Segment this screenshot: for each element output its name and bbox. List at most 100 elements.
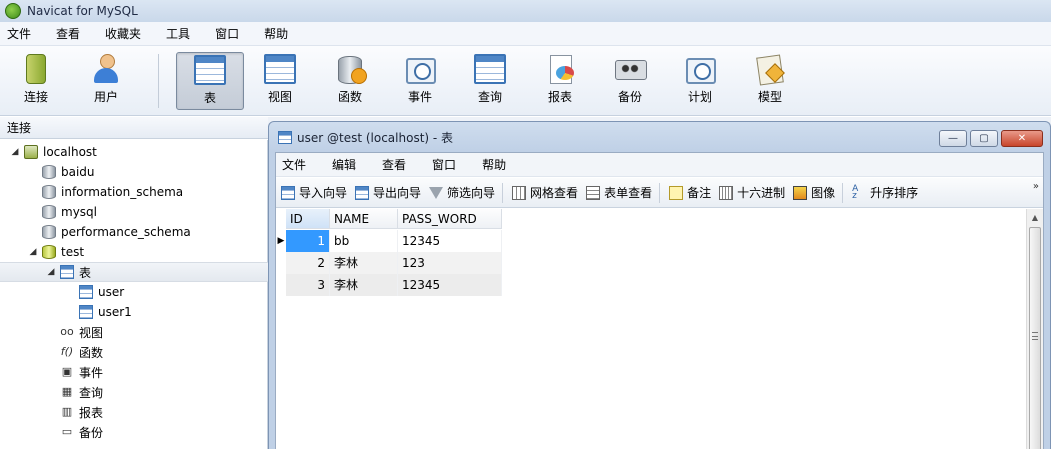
cell-pass-word[interactable]: 123 (398, 252, 502, 274)
schedule-button[interactable]: 计划 (666, 52, 734, 110)
form-view-button[interactable]: 表单查看 (583, 184, 655, 201)
cell-name[interactable]: 李林 (330, 274, 398, 296)
column-header-name[interactable]: NAME (330, 209, 398, 229)
grid-view-button[interactable]: 网格查看 (509, 184, 581, 201)
tree-item-test[interactable]: ◢ test (0, 242, 268, 262)
menu-favorites[interactable]: 收藏夹 (98, 25, 148, 42)
menu-file[interactable]: 文件 (0, 25, 38, 42)
tree-item-reports[interactable]: ▥ 报表 (0, 402, 268, 422)
event-label: 事件 (407, 90, 432, 104)
cell-pass-word[interactable]: 12345 (398, 274, 502, 296)
filter-wizard-label: 筛选向导 (447, 186, 496, 200)
tree-label: baidu (61, 165, 95, 179)
view-button[interactable]: 视图 (246, 52, 314, 110)
window-menu-bar: 文件 编辑 查看 窗口 帮助 (276, 153, 1043, 177)
collapse-arrow-icon[interactable]: ◢ (46, 267, 56, 277)
collapse-arrow-icon[interactable]: ◢ (10, 147, 20, 157)
vertical-scrollbar[interactable]: ▲ (1026, 209, 1043, 449)
connect-button[interactable]: 连接 (2, 52, 70, 110)
cell-name[interactable]: bb (330, 230, 398, 252)
sort-ascending-button[interactable]: Az 升序排序 (849, 184, 921, 201)
view-label: 视图 (267, 90, 292, 104)
note-button[interactable]: 备注 (666, 184, 714, 201)
cell-id[interactable]: 1 (286, 230, 330, 252)
grid-header: ID NAME PASS_WORD (286, 209, 502, 229)
database-open-icon (42, 245, 56, 259)
tree-item-events[interactable]: ▣ 事件 (0, 362, 268, 382)
tree-item-mysql[interactable]: mysql (0, 202, 268, 222)
scrollbar-thumb[interactable] (1029, 227, 1041, 449)
model-button[interactable]: 模型 (736, 52, 804, 110)
table-icon (79, 305, 93, 319)
menu-window[interactable]: 窗口 (208, 25, 246, 42)
import-wizard-label: 导入向导 (299, 186, 348, 200)
tree-item-queries[interactable]: ▦ 查询 (0, 382, 268, 402)
event-button[interactable]: 事件 (386, 52, 454, 110)
connection-tree: ◢ localhost baidu information_schema mys… (0, 140, 268, 449)
cell-id[interactable]: 2 (286, 252, 330, 274)
tree-label: 函数 (79, 345, 104, 360)
hex-icon (719, 185, 734, 200)
user-button[interactable]: 用户 (72, 52, 140, 110)
tree-item-backups[interactable]: ▭ 备份 (0, 422, 268, 442)
current-row-arrow-icon: ▶ (277, 236, 285, 246)
menu-help[interactable]: 帮助 (257, 25, 295, 42)
tree-item-information-schema[interactable]: information_schema (0, 182, 268, 202)
column-header-pass-word[interactable]: PASS_WORD (398, 209, 502, 229)
window-title-bar[interactable]: user @test (localhost) - 表 (269, 122, 1050, 152)
toolbar-overflow-button[interactable]: » (1033, 182, 1039, 192)
tree-item-performance-schema[interactable]: performance_schema (0, 222, 268, 242)
cell-pass-word[interactable]: 12345 (398, 230, 502, 252)
window-menu-edit[interactable]: 编辑 (326, 156, 362, 173)
backup-button[interactable]: 备份 (596, 52, 664, 110)
tree-label: information_schema (61, 185, 184, 199)
export-wizard-button[interactable]: 导出向导 (352, 184, 424, 201)
import-wizard-button[interactable]: 导入向导 (278, 184, 350, 201)
tree-item-tables-folder[interactable]: ◢ 表 (0, 262, 268, 282)
report-label: 报表 (547, 90, 572, 104)
tree-item-table-user1[interactable]: user1 (0, 302, 268, 322)
tree-item-localhost[interactable]: ◢ localhost (0, 142, 268, 162)
tree-item-functions[interactable]: f() 函数 (0, 342, 268, 362)
table-row[interactable]: 3 李林 12345 (286, 274, 502, 296)
menu-tools[interactable]: 工具 (159, 25, 197, 42)
backup-icon (614, 54, 647, 84)
tree-item-baidu[interactable]: baidu (0, 162, 268, 182)
model-icon (754, 54, 786, 84)
hex-button[interactable]: 十六进制 (716, 184, 788, 201)
tree-item-views[interactable]: oo 视图 (0, 322, 268, 342)
window-menu-view[interactable]: 查看 (376, 156, 412, 173)
minimize-button[interactable]: — (939, 130, 967, 147)
data-grid: ID NAME PASS_WORD ▶ 1 bb 12345 2 李林 123 … (276, 209, 1028, 449)
function-button[interactable]: 函数 (316, 52, 384, 110)
note-icon (669, 185, 684, 200)
filter-wizard-button[interactable]: 筛选向导 (426, 184, 498, 201)
window-menu-help[interactable]: 帮助 (476, 156, 512, 173)
scroll-up-arrow-icon[interactable]: ▲ (1027, 209, 1043, 226)
table-row[interactable]: 2 李林 123 (286, 252, 502, 274)
window-title: user @test (localhost) - 表 (297, 130, 454, 145)
report-button[interactable]: 报表 (526, 52, 594, 110)
table-button[interactable]: 表 (176, 52, 244, 110)
database-icon (42, 225, 56, 239)
cell-id[interactable]: 3 (286, 274, 330, 296)
connect-label: 连接 (23, 90, 48, 104)
maximize-button[interactable]: ▢ (970, 130, 998, 147)
window-menu-file[interactable]: 文件 (276, 156, 312, 173)
tree-item-table-user[interactable]: user (0, 282, 268, 302)
column-header-id[interactable]: ID (286, 209, 330, 229)
window-menu-window[interactable]: 窗口 (426, 156, 462, 173)
collapse-arrow-icon[interactable]: ◢ (28, 247, 38, 257)
cell-name[interactable]: 李林 (330, 252, 398, 274)
tree-label: 事件 (79, 365, 104, 380)
table-row[interactable]: ▶ 1 bb 12345 (276, 230, 502, 252)
schedule-icon (684, 54, 716, 84)
table-label: 表 (203, 91, 216, 105)
image-button[interactable]: 图像 (790, 184, 838, 201)
query-button[interactable]: 查询 (456, 52, 524, 110)
toolbar-separator (158, 54, 159, 108)
close-button[interactable]: ✕ (1001, 130, 1043, 147)
query-icon (474, 54, 506, 84)
table-folder-icon (60, 265, 74, 279)
menu-view[interactable]: 查看 (49, 25, 87, 42)
